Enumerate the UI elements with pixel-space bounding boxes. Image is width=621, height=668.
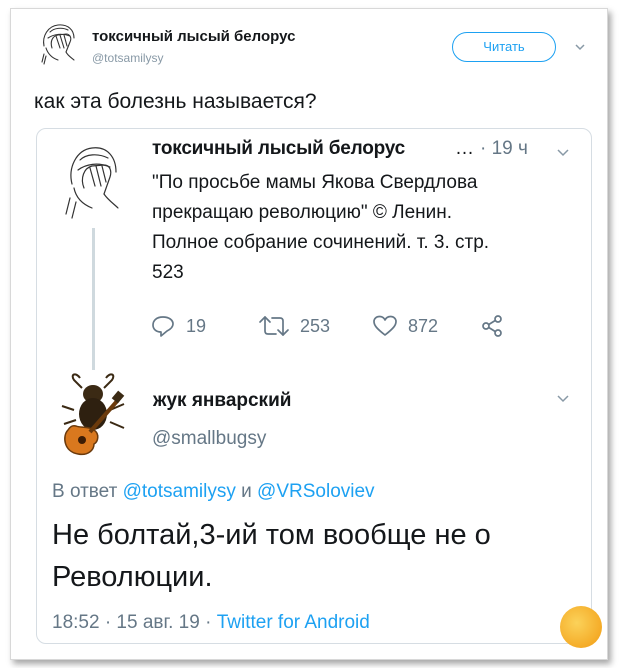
body-line: Революции.	[52, 561, 213, 593]
quoted-author-name[interactable]: токсичный лысый белорус	[152, 138, 405, 160]
reply-author-avatar[interactable]	[58, 370, 130, 460]
body-line: "По просьбе мамы Якова Свердлова	[152, 172, 478, 193]
reply-icon	[152, 316, 174, 337]
share-action[interactable]	[480, 312, 504, 340]
author-avatar[interactable]	[36, 18, 84, 66]
reply-action[interactable]: 19	[150, 312, 206, 340]
reply-and: и	[241, 481, 252, 502]
reply-count: 19	[186, 315, 207, 336]
chevron-down-icon[interactable]	[556, 392, 570, 404]
reply-prefix: В ответ	[52, 481, 118, 502]
retweet-count: 253	[300, 315, 331, 336]
reply-author-handle[interactable]: @smallbugsy	[152, 428, 266, 450]
author-handle[interactable]: @totsamilysy	[92, 51, 164, 65]
facepalm-avatar-icon	[65, 147, 119, 219]
follow-button[interactable]: Читать	[452, 32, 556, 62]
tweet-source-link[interactable]: Twitter for Android	[217, 612, 370, 633]
site-watermark-logo	[560, 606, 602, 648]
reply-timestamp[interactable]: 18:52 · 15 авг. 19 ·	[52, 612, 211, 633]
quoted-tweet-body: "По просьбе мамы Якова Свердлова прекращ…	[152, 168, 572, 288]
body-line: Полное собрание сочинений. т. 3. стр.	[152, 232, 490, 253]
heart-icon	[373, 315, 397, 336]
chevron-down-icon[interactable]	[556, 146, 570, 158]
mention-link[interactable]: @totsamilysy	[123, 481, 236, 502]
retweet-icon	[259, 316, 289, 336]
like-action[interactable]: 872	[372, 312, 438, 340]
body-line: 523	[152, 262, 184, 283]
facepalm-avatar-icon	[41, 24, 75, 65]
share-icon	[482, 315, 502, 337]
name-truncation-ellipsis: …	[455, 138, 474, 159]
quoted-author-avatar[interactable]	[62, 140, 126, 222]
author-name[interactable]: токсичный лысый белорус	[92, 28, 295, 45]
reply-author-name[interactable]: жук январский	[153, 390, 291, 412]
body-line: Не болтай,3-ий том вообще не о	[52, 519, 491, 551]
thread-connector-line	[92, 228, 95, 370]
replying-to: В ответ @totsamilysy и @VRSoloviev	[52, 481, 375, 503]
like-count: 872	[408, 315, 439, 336]
retweet-action[interactable]: 253	[258, 312, 330, 340]
beetle-guitar-avatar-icon	[61, 373, 125, 456]
tweet-text: как эта болезнь называется?	[34, 90, 317, 113]
quoted-timestamp[interactable]: · 19 ч	[480, 138, 528, 160]
chevron-down-icon[interactable]	[574, 40, 586, 52]
reply-meta: 18:52 · 15 авг. 19 · Twitter for Android	[52, 612, 370, 634]
reply-tweet-body: Не болтай,3-ий том вообще не о Революции…	[52, 514, 582, 598]
mention-link[interactable]: @VRSoloviev	[257, 481, 375, 502]
body-line: прекращаю революцию" © Ленин.	[152, 202, 453, 223]
